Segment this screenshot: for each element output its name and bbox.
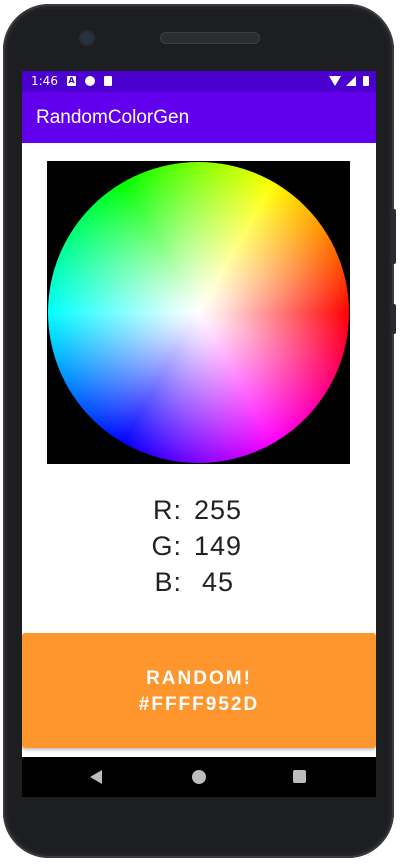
status-bar: 1:46 A <box>22 71 376 92</box>
app-screen: 1:46 A RandomColorGen R: 255 G: 149 B: 45 R… <box>22 71 376 757</box>
green-value: 149 <box>193 531 243 561</box>
home-icon[interactable] <box>192 770 206 784</box>
sd-card-icon <box>104 76 112 86</box>
recents-icon[interactable] <box>293 770 306 783</box>
color-wheel-frame <box>47 161 350 464</box>
power-button <box>391 304 396 334</box>
back-icon[interactable] <box>90 770 102 784</box>
front-camera <box>81 32 93 44</box>
red-value: 255 <box>193 495 243 525</box>
navigation-bar <box>22 757 376 797</box>
earpiece-speaker <box>160 32 260 44</box>
color-wheel <box>48 162 349 463</box>
random-button[interactable]: RANDOM! #FFFF952D <box>22 633 376 748</box>
random-button-hex: #FFFF952D <box>138 694 260 715</box>
random-button-label: RANDOM! <box>146 668 252 689</box>
blue-label: B: <box>154 567 182 597</box>
volume-button <box>391 209 396 264</box>
status-time: 1:46 <box>31 74 58 88</box>
p-notification-icon <box>85 76 95 86</box>
blue-row: B: 45 <box>22 567 376 598</box>
blue-value: 45 <box>201 567 235 597</box>
app-title: RandomColorGen <box>36 107 190 128</box>
green-label: G: <box>151 531 182 561</box>
battery-icon <box>363 76 369 86</box>
red-row: R: 255 <box>22 495 376 526</box>
wifi-icon <box>329 76 341 86</box>
app-bar: RandomColorGen <box>22 92 376 143</box>
signal-icon <box>346 76 356 86</box>
green-row: G: 149 <box>22 531 376 562</box>
red-label: R: <box>153 495 182 525</box>
a-notification-icon: A <box>67 76 76 86</box>
